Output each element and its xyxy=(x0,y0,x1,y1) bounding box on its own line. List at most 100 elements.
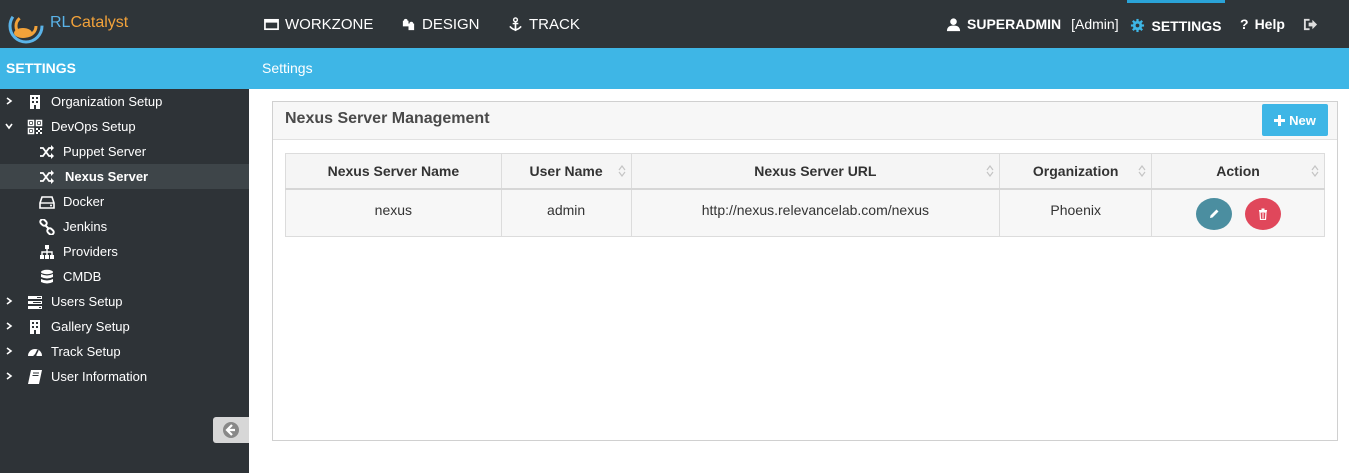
cell-server-name: nexus xyxy=(285,188,502,237)
logout-button[interactable] xyxy=(1303,0,1318,48)
building-icon xyxy=(30,95,40,109)
sidebar-menu: Organization Setup DevOps Setup Puppet S… xyxy=(0,89,249,389)
sidebar-item-label: Jenkins xyxy=(63,219,108,234)
sidebar-item-organization-setup[interactable]: Organization Setup xyxy=(0,89,249,114)
desktop-icon xyxy=(264,18,279,30)
sidebar-item-label: Users Setup xyxy=(51,294,123,309)
sidebar-item-track-setup[interactable]: Track Setup xyxy=(0,339,249,364)
sidebar-item-label: User Information xyxy=(51,369,148,384)
new-button[interactable]: New xyxy=(1262,104,1328,136)
sidebar-item-nexus-server[interactable]: Nexus Server xyxy=(0,164,249,189)
sidebar-item-providers[interactable]: Providers xyxy=(0,239,249,264)
column-header-organization[interactable]: Organization xyxy=(999,153,1153,190)
column-header-label: Organization xyxy=(1032,162,1119,179)
sidebar-item-label: Nexus Server xyxy=(65,169,149,184)
cell-actions xyxy=(1151,188,1325,237)
sidebar-collapse-button[interactable] xyxy=(213,417,249,443)
nav-workzone-label: WORKZONE xyxy=(285,15,374,33)
sidebar-item-label: Docker xyxy=(63,194,105,209)
book-icon xyxy=(28,370,42,384)
nav-settings-label: SETTINGS xyxy=(1151,17,1222,34)
table-header-row: Nexus Server Name User Name Nexus Server… xyxy=(285,153,1325,190)
sidebar-item-user-information[interactable]: User Information xyxy=(0,364,249,389)
panel-header: Nexus Server Management New xyxy=(273,102,1337,140)
logo-text: RLCatalyst xyxy=(50,14,129,31)
user-menu[interactable]: SUPERADMIN [Admin] xyxy=(946,0,1119,48)
sort-icon xyxy=(986,165,994,177)
tasks-icon xyxy=(28,296,42,309)
nav-design-label: DESIGN xyxy=(422,15,480,33)
hdd-icon xyxy=(39,196,55,209)
user-role: [Admin] xyxy=(1071,16,1119,32)
chevron-right-icon xyxy=(6,347,13,355)
question-icon: ? xyxy=(1240,16,1249,32)
column-header-label: Nexus Server URL xyxy=(754,162,877,179)
nav-design[interactable]: DESIGN xyxy=(401,0,480,48)
qrcode-icon xyxy=(27,119,43,135)
sidebar-item-docker[interactable]: Docker xyxy=(0,189,249,214)
sidebar-item-gallery-setup[interactable]: Gallery Setup xyxy=(0,314,249,339)
sidebar-item-devops-setup[interactable]: DevOps Setup xyxy=(0,114,249,139)
user-icon xyxy=(946,17,961,31)
table-row: nexus admin http://nexus.relevancelab.co… xyxy=(285,188,1325,237)
nav-track-label: TRACK xyxy=(529,15,580,33)
nav-help-label: Help xyxy=(1254,16,1285,32)
column-header-label: Action xyxy=(1216,162,1260,179)
sitemap-icon xyxy=(40,245,54,259)
top-navbar: RLCatalyst WORKZONE DESIGN TRACK SUPERAD… xyxy=(0,0,1349,48)
column-header-user-name[interactable]: User Name xyxy=(500,153,632,190)
column-header-label: User Name xyxy=(529,162,603,179)
nav-track[interactable]: TRACK xyxy=(508,0,580,48)
chevron-right-icon xyxy=(6,97,13,105)
shuffle-icon xyxy=(40,170,54,184)
trash-icon xyxy=(1258,208,1267,220)
column-header-action[interactable]: Action xyxy=(1151,153,1325,190)
sort-icon xyxy=(1138,165,1146,177)
dashboard-icon xyxy=(28,349,42,358)
nav-settings[interactable]: SETTINGS xyxy=(1127,0,1225,48)
sign-out-icon xyxy=(1303,18,1318,30)
column-header-label: Nexus Server Name xyxy=(327,162,460,179)
sidebar-item-users-setup[interactable]: Users Setup xyxy=(0,289,249,314)
nexus-server-table: Nexus Server Name User Name Nexus Server… xyxy=(285,153,1325,237)
sidebar-item-label: DevOps Setup xyxy=(51,119,136,134)
new-button-label: New xyxy=(1289,112,1316,128)
column-header-nexus-server-url[interactable]: Nexus Server URL xyxy=(630,153,1001,190)
sidebar-item-jenkins[interactable]: Jenkins xyxy=(0,214,249,239)
delete-button[interactable] xyxy=(1244,197,1281,230)
column-header-nexus-server-name[interactable]: Nexus Server Name xyxy=(285,153,502,190)
user-name: SUPERADMIN xyxy=(967,16,1062,32)
nexus-server-panel: Nexus Server Management New Nexus Server… xyxy=(272,101,1338,441)
sidebar-item-label: Providers xyxy=(63,244,118,259)
chevron-right-icon xyxy=(6,322,13,330)
link-icon xyxy=(39,219,55,235)
chevron-right-icon xyxy=(6,372,13,380)
sidebar-item-label: Track Setup xyxy=(51,344,121,359)
nav-workzone[interactable]: WORKZONE xyxy=(264,0,373,48)
panel-title: Nexus Server Management xyxy=(285,110,490,127)
brand-logo[interactable]: RLCatalyst xyxy=(4,2,128,46)
arrow-circle-left-icon xyxy=(223,422,239,438)
chevron-down-icon xyxy=(5,123,13,130)
cell-organization: Phoenix xyxy=(999,188,1153,237)
shuffle-icon xyxy=(40,145,54,159)
cell-user-name: admin xyxy=(500,188,632,237)
anchor-icon xyxy=(509,16,522,31)
plus-icon xyxy=(1274,114,1286,126)
sidebar-item-label: Gallery Setup xyxy=(51,319,130,334)
sidebar-item-puppet-server[interactable]: Puppet Server xyxy=(0,139,249,164)
sidebar-title: SETTINGS xyxy=(0,48,249,89)
edit-button[interactable] xyxy=(1195,197,1232,230)
database-icon xyxy=(41,269,53,284)
cell-server-url: http://nexus.relevancelab.com/nexus xyxy=(630,188,1001,237)
puzzle-icon xyxy=(402,18,415,30)
sidebar-item-label: Organization Setup xyxy=(51,94,163,109)
sidebar-item-label: CMDB xyxy=(63,269,102,284)
sort-icon xyxy=(1311,165,1319,177)
sidebar-item-label: Puppet Server xyxy=(63,144,147,159)
sidebar-item-cmdb[interactable]: CMDB xyxy=(0,264,249,289)
gear-icon xyxy=(1131,18,1145,33)
chevron-right-icon xyxy=(6,297,13,305)
nav-help[interactable]: ? Help xyxy=(1240,0,1285,48)
sort-icon xyxy=(618,165,625,177)
